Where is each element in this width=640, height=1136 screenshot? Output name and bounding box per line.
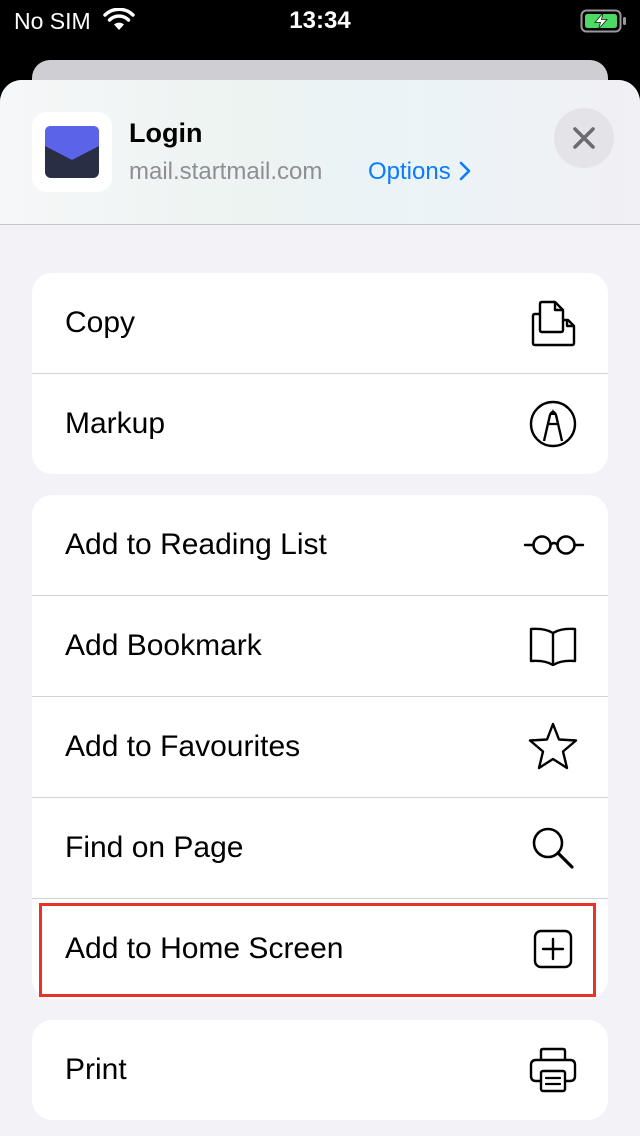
copy-icon xyxy=(526,296,580,350)
share-sheet: Login mail.startmail.com Options Copy Ma… xyxy=(0,80,640,1136)
printer-icon xyxy=(526,1043,580,1097)
action-add-to-favourites[interactable]: Add to Favourites xyxy=(32,697,608,798)
star-icon xyxy=(526,720,580,774)
page-title: Login xyxy=(129,118,203,148)
action-label: Add to Favourites xyxy=(65,730,301,763)
action-label: Print xyxy=(65,1053,127,1086)
markup-icon xyxy=(526,397,580,451)
action-label: Add to Home Screen xyxy=(65,932,344,965)
action-group-3: Print xyxy=(32,1020,608,1120)
action-add-to-home-screen[interactable]: Add to Home Screen xyxy=(32,899,608,999)
action-label: Find on Page xyxy=(65,831,244,864)
battery-charging-icon xyxy=(580,9,628,38)
glasses-icon xyxy=(522,518,586,572)
action-add-to-reading-list[interactable]: Add to Reading List xyxy=(32,495,608,596)
action-label: Add Bookmark xyxy=(65,629,262,662)
action-copy[interactable]: Copy xyxy=(32,273,608,374)
action-label: Copy xyxy=(65,306,136,339)
action-add-bookmark[interactable]: Add Bookmark xyxy=(32,596,608,697)
search-icon xyxy=(526,821,580,875)
site-icon xyxy=(32,112,112,192)
status-clock: 13:34 xyxy=(289,7,351,34)
action-group-2: Add to Reading List Add Bookmark Add to … xyxy=(32,495,608,999)
share-sheet-header: Login mail.startmail.com Options xyxy=(0,80,640,225)
action-find-on-page[interactable]: Find on Page xyxy=(32,798,608,899)
action-group-1: Copy Markup xyxy=(32,273,608,474)
action-print[interactable]: Print xyxy=(32,1020,608,1120)
action-label: Markup xyxy=(65,407,166,440)
close-button[interactable] xyxy=(554,108,614,168)
chevron-right-icon xyxy=(451,158,471,185)
action-markup[interactable]: Markup xyxy=(32,374,608,474)
page-url: mail.startmail.com xyxy=(129,158,323,185)
options-button[interactable]: Options xyxy=(368,158,471,186)
add-square-icon xyxy=(526,922,580,976)
status-bar: No SIM 13:34 xyxy=(0,0,640,42)
action-label: Add to Reading List xyxy=(65,528,327,561)
options-label: Options xyxy=(368,158,451,185)
book-icon xyxy=(526,619,580,673)
